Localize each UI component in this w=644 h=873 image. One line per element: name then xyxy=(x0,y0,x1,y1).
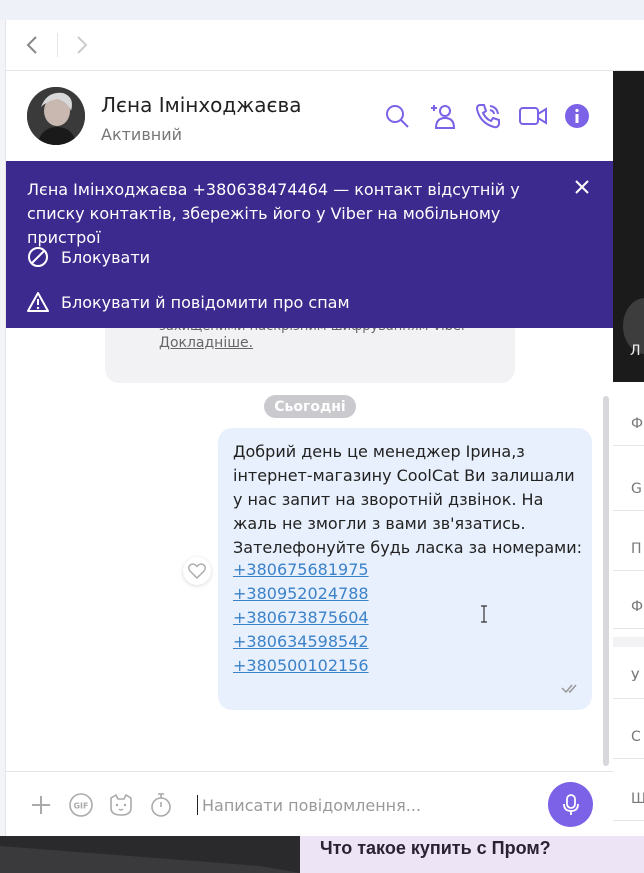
svg-text:GIF: GIF xyxy=(73,802,88,811)
window-top-strip xyxy=(0,0,644,20)
chat-header: Лєна Імінходжаєва Активний xyxy=(6,71,613,161)
block-button[interactable]: Блокувати xyxy=(27,245,150,269)
info-row[interactable]: Ф xyxy=(613,585,644,629)
nav-separator xyxy=(57,33,58,57)
microphone-icon xyxy=(562,793,579,815)
gif-button[interactable]: GIF xyxy=(68,792,94,818)
navigation-bar xyxy=(5,20,644,71)
phone-link[interactable]: +380634598542 xyxy=(233,630,369,654)
phone-icon xyxy=(475,104,500,129)
block-icon xyxy=(28,247,48,267)
info-row[interactable]: Щ xyxy=(613,777,644,821)
message-composer: GIF xyxy=(6,771,613,836)
mouse-text-cursor xyxy=(479,605,489,623)
forward-button[interactable] xyxy=(70,33,94,57)
block-label: Блокувати xyxy=(61,247,151,267)
phone-link[interactable]: +380952024788 xyxy=(233,582,369,606)
search-button[interactable] xyxy=(382,101,412,131)
contact-photo-image xyxy=(613,71,644,382)
avatar-photo xyxy=(27,87,85,145)
contact-photo: Л xyxy=(613,71,644,382)
back-button[interactable] xyxy=(20,33,44,57)
timer-icon xyxy=(151,793,171,817)
contact-photo-caption: Л xyxy=(630,343,641,359)
search-icon xyxy=(386,105,409,128)
add-participant-button[interactable] xyxy=(427,101,457,131)
voice-message-button[interactable] xyxy=(548,782,593,827)
sticker-icon xyxy=(110,794,132,816)
avatar[interactable] xyxy=(27,87,85,145)
phone-link[interactable]: +380673875604 xyxy=(233,606,369,630)
learn-more-link[interactable]: Докладніше. xyxy=(159,335,253,351)
phone-link[interactable]: +380675681975 xyxy=(233,558,369,582)
background-page-image xyxy=(0,836,300,873)
info-row[interactable]: G xyxy=(613,467,644,511)
close-icon xyxy=(575,180,589,194)
attach-button[interactable] xyxy=(28,792,54,818)
chat-scrollbar[interactable] xyxy=(603,396,609,766)
message-phone-list: +380675681975 +380952024788 +38067387560… xyxy=(233,558,369,678)
heart-icon xyxy=(188,563,206,579)
like-button[interactable] xyxy=(183,557,211,585)
video-call-icon xyxy=(519,107,547,125)
chat-window: Лєна Імінходжаєва Активний Лєна Імінходж… xyxy=(5,71,613,836)
info-row[interactable]: П xyxy=(613,527,644,571)
unknown-contact-banner: Лєна Імінходжаєва +380638474464 — контак… xyxy=(6,161,613,328)
chevron-right-icon xyxy=(77,36,88,54)
input-caret xyxy=(197,795,198,815)
info-row[interactable]: Ф xyxy=(613,402,644,446)
phone-link[interactable]: +380500102156 xyxy=(233,654,369,678)
plus-icon xyxy=(32,796,50,814)
contact-name[interactable]: Лєна Імінходжаєва xyxy=(101,93,302,117)
info-button[interactable] xyxy=(562,101,592,131)
incoming-message[interactable]: Добрий день це менеджер Ірина,з інтернет… xyxy=(218,428,592,710)
banner-close-button[interactable] xyxy=(572,177,592,197)
call-button[interactable] xyxy=(473,101,503,131)
banner-text: Лєна Імінходжаєва +380638474464 — контак… xyxy=(27,180,520,247)
video-call-button[interactable] xyxy=(518,101,548,131)
delivered-check-icon xyxy=(560,680,578,694)
sticker-button[interactable] xyxy=(108,792,134,818)
chevron-left-icon xyxy=(26,36,37,54)
date-separator: Сьогодні xyxy=(264,395,356,418)
gif-icon: GIF xyxy=(69,793,93,817)
warning-icon xyxy=(27,292,49,312)
background-page-headline: Что такое купить с Пром? xyxy=(320,838,551,858)
message-input[interactable] xyxy=(202,792,532,818)
block-report-spam-label: Блокувати й повідомити про спам xyxy=(61,292,350,312)
info-row[interactable]: У xyxy=(613,655,644,699)
info-separator xyxy=(613,637,644,647)
background-page-banner: Что такое купить с Пром? xyxy=(300,836,644,873)
add-participant-icon xyxy=(431,105,456,129)
timer-button[interactable] xyxy=(148,792,174,818)
contact-info-panel: Л Ф G П Ф У С Щ xyxy=(613,71,644,836)
block-report-spam-button[interactable]: Блокувати й повідомити про спам xyxy=(27,290,350,314)
message-text: Добрий день це менеджер Ірина,з інтернет… xyxy=(233,442,583,557)
contact-status: Активний xyxy=(101,125,183,144)
info-icon xyxy=(565,104,589,128)
info-row[interactable]: С xyxy=(613,715,644,759)
